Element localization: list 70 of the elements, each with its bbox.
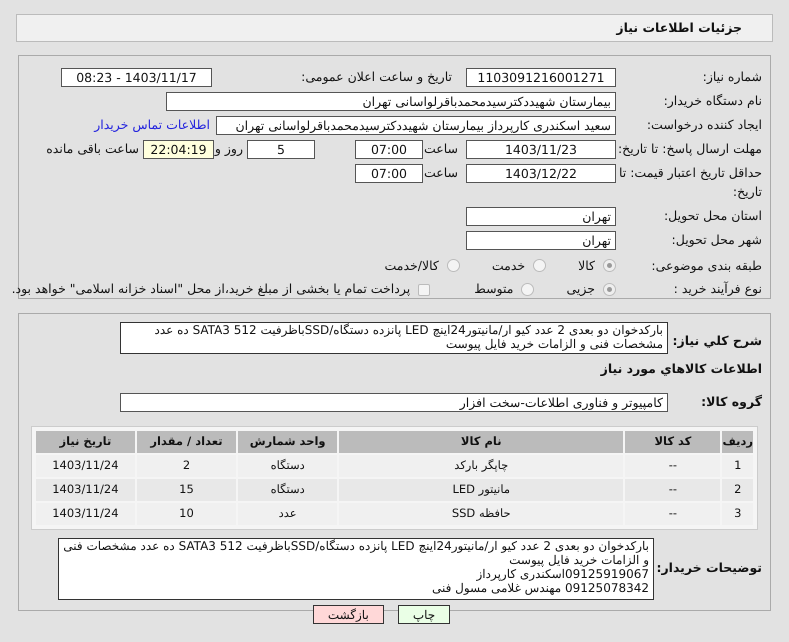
radio-label: متوسط [474,280,514,298]
table-cell: 2 [721,478,754,502]
table-cell: -- [624,478,722,502]
field-label: مهلت ارسال پاسخ: تا تاریخ: [616,140,763,158]
field-label: نام دستگاه خریدار: [662,92,763,110]
text-field[interactable]: تهران [466,230,616,250]
text-field[interactable]: 07:00 [355,164,423,183]
text-field[interactable]: بیمارستان شهیددکترسیدمحمدباقرلواسانی تهران [166,92,616,111]
days-label: روز و [214,140,244,158]
time-label: ساعت [423,164,459,182]
field-label: نوع فرآیند خرید : [672,280,763,298]
note-line: 09125919067اسکندری کارپرداز [475,566,649,581]
section-title: اطلاعات کالاهاي مورد نياز [599,360,763,378]
column-header: کد کالا [624,430,722,454]
table-cell: -- [624,502,722,526]
table-cell: 15 [136,478,238,502]
table-cell: عدد [237,502,338,526]
text-field[interactable]: 1403/12/22 [466,164,616,183]
radio-label: جزیی [566,280,595,298]
table-cell: 1403/11/24 [35,454,136,478]
time-label: ساعت [423,140,459,158]
field-label: حداقل تاریخ اعتبار قیمت: تا تاریخ: [618,164,763,201]
table-cell: 10 [136,502,238,526]
text-field[interactable]: کامپیوتر و فناوری اطلاعات-سخت افزار [120,392,668,412]
field-label: استان محل تحویل: [662,206,763,225]
table-cell: حافظه SSD [338,502,624,526]
radio-label: کالا [578,256,595,274]
back-button[interactable]: بازگشت [312,605,384,624]
payment-label: پرداخت تمام یا بخشی از مبلغ خرید،از محل "اسناد خزانه اسلامی" خواهد بود. [12,280,410,298]
table-cell: دستگاه [237,478,338,502]
remaining-label: ساعت باقی مانده [46,140,140,158]
text-field[interactable]: 1403/11/23 [466,140,616,159]
text-field[interactable]: 07:00 [355,140,423,159]
column-header: نام کالا [338,430,624,454]
table-cell: 3 [721,502,754,526]
radio-label: خدمت [492,256,526,274]
table-cell: 1403/11/24 [35,502,136,526]
radio-label: کالا/خدمت [384,256,439,274]
text-field[interactable]: 22:04:19 [143,140,214,159]
text-field[interactable]: 1103091216001271 [466,68,616,87]
text-field[interactable]: تهران [466,206,616,226]
field-label: گروه کالا: [700,392,763,411]
buyer-notes-textarea[interactable]: بارکدخوان دو بعدی 2 عدد کیو ار/مانیتور24اینچ LED پانزده دستگاه/SSDباظرفیت SATA3 512 ده عدد مشخصات فنی و الزامات خرید فایل پیوست 09125919067اسکندری کارپرداز 09125078342 مهندس غلامی مسول فنی [58,538,654,600]
text-field[interactable]: سعید اسکندری کارپرداز بیمارستان شهیددکترسیدمحمدباقرلواسانی تهران [216,116,616,135]
text-field[interactable]: 1403/11/17 - 08:23 [61,68,212,87]
description-textarea[interactable]: بارکدخوان دو بعدی 2 عدد کیو ار/مانیتور24اینچ LED پانزده دستگاه/SSDباظرفیت SATA3 512 ده عدد مشخصات فنی و الزامات خرید فایل پیوست [120,322,668,354]
field-label: شماره نیاز: [702,68,763,86]
buyer-contact-link[interactable]: اطلاعات تماس خریدار [94,116,210,135]
table-cell: 1403/11/24 [35,478,136,502]
note-line: بارکدخوان دو بعدی 2 عدد کیو ار/مانیتور24اینچ LED پانزده دستگاه/SSDباظرفیت SATA3 512 ده عدد مشخصات فنی و الزامات خرید فایل پیوست [63,538,649,567]
field-label: شهر محل تحویل: [670,230,763,249]
table-cell: -- [624,454,722,478]
table-cell: چاپگر بارکد [338,454,624,478]
table-cell: 2 [136,454,238,478]
table-cell: دستگاه [237,454,338,478]
field-label: ایجاد کننده درخواست: [646,116,763,134]
column-header: تاریخ نیاز [35,430,136,454]
field-label: تاریخ و ساعت اعلان عمومی: [300,68,452,86]
table-cell: 1 [721,454,754,478]
table-cell: مانیتور LED [338,478,624,502]
text-field[interactable]: 5 [247,140,315,159]
field-label: شرح کلي نياز: [672,332,763,350]
field-label: توضیحات خریدار: [655,559,763,578]
note-line: 09125078342 مهندس غلامی مسول فنی [430,580,649,595]
column-header: ردیف [721,430,754,454]
field-label: طبقه بندی موضوعی: [650,256,763,275]
column-header: واحد شمارش [237,430,338,454]
column-header: تعداد / مقدار [136,430,238,454]
page-header: جزئیات اطلاعات نیاز [16,14,773,42]
print-button[interactable]: چاپ [398,605,450,624]
